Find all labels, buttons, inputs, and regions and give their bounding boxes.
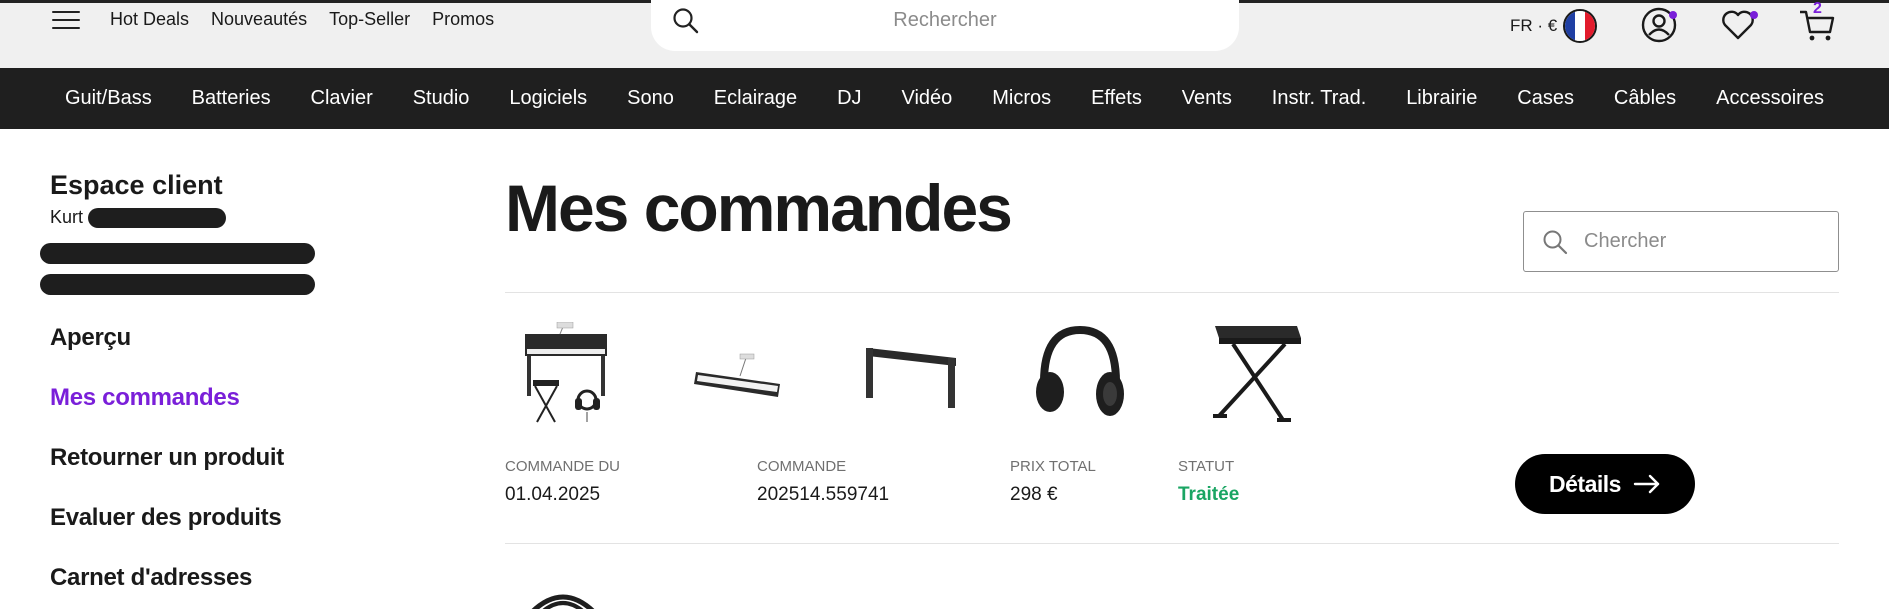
language-currency-selector[interactable]: FR · € xyxy=(1510,9,1598,43)
category-vents[interactable]: Vents xyxy=(1182,87,1232,110)
keyboard-icon[interactable] xyxy=(690,322,790,426)
sidebar-item-apercu[interactable]: Aperçu xyxy=(50,324,284,384)
order-status-value: Traitée xyxy=(1178,484,1240,505)
search-icon xyxy=(1543,230,1568,255)
account-sidebar: Espace client Kurt Aperçu Mes commandes … xyxy=(40,170,350,591)
sidebar-menu: Aperçu Mes commandes Retourner un produi… xyxy=(50,324,284,609)
category-dj[interactable]: DJ xyxy=(837,87,861,110)
category-vid-o[interactable]: Vidéo xyxy=(902,87,953,110)
sidebar-item-carnet-adresses[interactable]: Carnet d'adresses xyxy=(50,564,284,609)
redacted-info-2 xyxy=(40,274,315,295)
category-studio[interactable]: Studio xyxy=(413,87,470,110)
site-search-input[interactable]: Rechercher xyxy=(651,0,1239,51)
redacted-last-name xyxy=(88,208,226,228)
category-cases[interactable]: Cases xyxy=(1517,87,1574,110)
divider xyxy=(505,543,1839,544)
top-links: Hot Deals Nouveautés Top-Seller Promos xyxy=(110,9,494,30)
category-eclairage[interactable]: Eclairage xyxy=(714,87,797,110)
category-sono[interactable]: Sono xyxy=(627,87,674,110)
divider xyxy=(505,292,1839,293)
cart-count-badge: 2 xyxy=(1813,0,1822,17)
arrow-right-icon xyxy=(1633,474,1660,494)
order-search-input[interactable]: Chercher xyxy=(1523,211,1839,272)
account-notification-dot xyxy=(1669,11,1677,19)
category-clavier[interactable]: Clavier xyxy=(311,87,373,110)
order-total-value: 298 € xyxy=(1010,484,1058,505)
headphones-icon[interactable] xyxy=(1030,322,1130,426)
top-link-nouveautes[interactable]: Nouveautés xyxy=(211,9,307,30)
category-nav: Guit/Bass Batteries Clavier Studio Logiciels… xyxy=(0,68,1889,129)
sidebar-title: Espace client xyxy=(50,170,223,200)
keyboard-bench-icon[interactable] xyxy=(1205,322,1305,426)
category-logiciels[interactable]: Logiciels xyxy=(509,87,587,110)
user-name: Kurt xyxy=(50,207,350,231)
page-title: Mes commandes xyxy=(505,171,1013,245)
wishlist-notification-dot xyxy=(1750,11,1758,19)
order-details-button[interactable]: Détails xyxy=(1515,454,1695,514)
category-batteries[interactable]: Batteries xyxy=(192,87,271,110)
order-date-value: 01.04.2025 xyxy=(505,484,601,505)
category-instr-trad[interactable]: Instr. Trad. xyxy=(1272,87,1366,110)
category-effets[interactable]: Effets xyxy=(1091,87,1142,110)
category-librairie[interactable]: Librairie xyxy=(1406,87,1477,110)
french-flag-icon xyxy=(1563,9,1598,43)
sidebar-item-retourner-produit[interactable]: Retourner un produit xyxy=(50,444,284,504)
lang-currency-label: FR · € xyxy=(1510,16,1558,35)
category-c-bles[interactable]: Câbles xyxy=(1614,87,1676,110)
details-button-label: Détails xyxy=(1549,470,1621,497)
user-first-name: Kurt xyxy=(50,207,84,227)
sidebar-item-evaluer-produits[interactable]: Evaluer des produits xyxy=(50,504,284,564)
redacted-info-1 xyxy=(40,243,315,264)
sidebar-item-mes-commandes[interactable]: Mes commandes xyxy=(50,384,284,444)
keyboard-stand-icon[interactable] xyxy=(860,322,960,426)
top-link-hot-deals[interactable]: Hot Deals xyxy=(110,9,189,30)
menu-icon[interactable] xyxy=(52,11,80,33)
order-number-value: 202514.559741 xyxy=(757,484,890,505)
order-search-placeholder: Chercher xyxy=(1584,230,1667,252)
search-placeholder: Rechercher xyxy=(893,9,997,31)
top-bar: Hot Deals Nouveautés Top-Seller Promos R… xyxy=(0,0,1889,68)
cable-icon[interactable] xyxy=(528,592,598,609)
order-status-label: Statut xyxy=(1178,458,1235,475)
category-micros[interactable]: Micros xyxy=(992,87,1051,110)
order-number-label: Commande xyxy=(757,458,847,475)
order-total-label: Prix total xyxy=(1010,458,1096,475)
category-guit-bass[interactable]: Guit/Bass xyxy=(65,87,152,110)
digital-piano-set-icon[interactable] xyxy=(515,322,615,426)
top-link-promos[interactable]: Promos xyxy=(432,9,494,30)
top-link-top-seller[interactable]: Top-Seller xyxy=(329,9,410,30)
order-date-label: Commande du xyxy=(505,458,620,475)
category-accessoires[interactable]: Accessoires xyxy=(1716,87,1824,110)
